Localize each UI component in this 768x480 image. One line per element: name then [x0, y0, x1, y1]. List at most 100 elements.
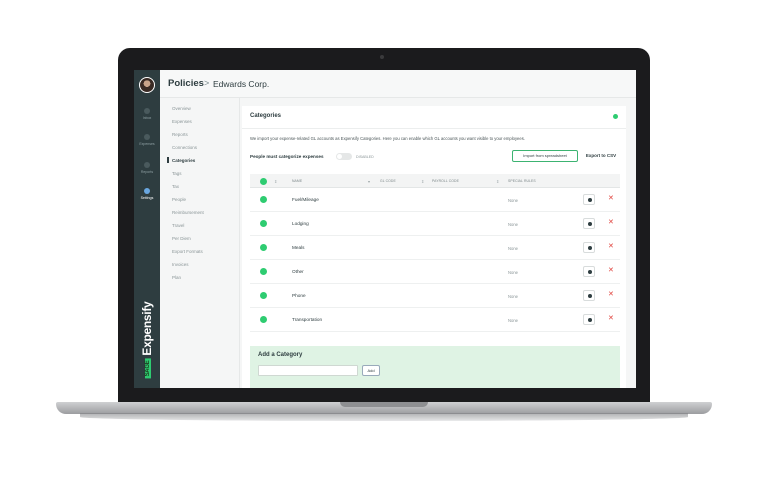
require-category-toggle[interactable] [336, 153, 352, 160]
laptop-hinge-notch [340, 402, 428, 407]
enabled-checkbox[interactable] [260, 268, 267, 275]
page-title: Policies [168, 78, 204, 89]
settings-icon[interactable] [583, 266, 595, 277]
sidebar-item-reports[interactable]: Reports [172, 132, 188, 137]
laptop-shadow [80, 413, 688, 421]
table-row: Other None ✕ [250, 260, 620, 284]
sidebar-item-plan[interactable]: Plan [172, 275, 181, 280]
sidebar-item-expenses[interactable]: Expenses [172, 119, 192, 124]
require-category-label: People must categorize expenses [250, 154, 324, 159]
nav-item-label: Reports [140, 170, 154, 174]
toggle-state: DISABLED [356, 155, 374, 159]
close-icon[interactable]: ✕ [608, 266, 614, 276]
select-all-checkbox[interactable] [260, 177, 267, 185]
table-row: Transportation None ✕ [250, 308, 620, 332]
special-rules-value: None [508, 245, 519, 251]
add-category-panel: Add a Category Add [250, 346, 620, 388]
nav-item-reports[interactable]: Reports [134, 162, 160, 174]
app-nav: Inbox Expenses Reports Settings SAGE Expe… [134, 70, 160, 388]
brand-mark: SAGE [144, 358, 151, 379]
gear-icon [144, 188, 150, 194]
camera-icon [380, 55, 384, 59]
enabled-checkbox[interactable] [260, 316, 267, 323]
sidebar-item-tags[interactable]: Tags [172, 171, 182, 176]
add-button[interactable]: Add [362, 365, 380, 376]
main-content: Categories We import your expense-relate… [240, 98, 636, 388]
nav-item-settings[interactable]: Settings [134, 188, 160, 200]
special-rules-value: None [508, 269, 519, 275]
table-row: Phone None ✕ [250, 284, 620, 308]
special-rules-value: None [508, 197, 519, 203]
sidebar-item-reimbursement[interactable]: Reimbursement [172, 210, 204, 215]
enabled-checkbox[interactable] [260, 244, 267, 251]
sidebar-item-travel[interactable]: Travel [172, 223, 184, 228]
avatar[interactable] [139, 77, 155, 93]
nav-item-label: Inbox [142, 116, 152, 120]
inbox-icon [144, 108, 150, 114]
sort-icon[interactable]: ⇕ [274, 179, 277, 184]
brand-logo: SAGE Expensify [137, 300, 157, 380]
sidebar-item-categories[interactable]: Categories [172, 158, 195, 163]
nav-item-label: Expenses [139, 142, 155, 146]
close-icon[interactable]: ✕ [608, 314, 614, 324]
close-icon[interactable]: ✕ [608, 290, 614, 300]
settings-icon[interactable] [583, 194, 595, 205]
sidebar-item-per-diem[interactable]: Per Diem [172, 236, 191, 241]
special-rules-value: None [508, 221, 519, 227]
app-screen: Inbox Expenses Reports Settings SAGE Expe… [134, 70, 636, 388]
category-name: Lodging [292, 221, 309, 226]
nav-item-label: Settings [140, 196, 154, 200]
special-rules-value: None [508, 293, 519, 299]
column-header-name[interactable]: NAME [292, 179, 302, 183]
close-icon[interactable]: ✕ [608, 242, 614, 252]
categories-card: Categories We import your expense-relate… [242, 106, 626, 388]
brand-name: Expensify [140, 301, 154, 356]
breadcrumb-separator: > [204, 78, 210, 88]
enabled-checkbox[interactable] [260, 292, 267, 299]
table-row: Fuel/Mileage None ✕ [250, 188, 620, 212]
add-category-title: Add a Category [258, 352, 303, 358]
close-icon[interactable]: ✕ [608, 218, 614, 228]
sidebar-item-tax[interactable]: Tax [172, 184, 179, 189]
sort-icon[interactable]: ⇕ [496, 179, 499, 184]
settings-icon[interactable] [583, 218, 595, 229]
nav-item-inbox[interactable]: Inbox [134, 108, 160, 120]
divider [242, 128, 626, 129]
sidebar-item-overview[interactable]: Overview [172, 106, 191, 111]
settings-icon[interactable] [583, 290, 595, 301]
report-icon [144, 162, 150, 168]
sort-icon[interactable]: ▾ [368, 179, 370, 184]
table-header: ⇕ NAME ▾ GL CODE ⇕ PAYROLL CODE ⇕ SPECIA… [250, 174, 620, 188]
table-row: Lodging None ✕ [250, 212, 620, 236]
import-spreadsheet-button[interactable]: Import from spreadsheet [512, 150, 578, 162]
sidebar-item-connections[interactable]: Connections [172, 145, 197, 150]
breadcrumb-company[interactable]: Edwards Corp. [213, 79, 269, 89]
column-header-payroll-code[interactable]: PAYROLL CODE [432, 179, 459, 183]
help-icon[interactable] [613, 114, 618, 119]
category-name: Phone [292, 293, 306, 298]
sidebar-item-export-formats[interactable]: Export Formats [172, 249, 203, 254]
page-header: Policies > Edwards Corp. [160, 70, 636, 98]
categories-table: ⇕ NAME ▾ GL CODE ⇕ PAYROLL CODE ⇕ SPECIA… [250, 174, 620, 332]
sort-icon[interactable]: ⇕ [421, 179, 424, 184]
category-name: Meals [292, 245, 305, 250]
intro-text: We import your expense-related GL accoun… [250, 136, 525, 141]
export-csv-button[interactable]: Export to CSV [582, 150, 620, 162]
column-header-gl-code[interactable]: GL CODE [380, 179, 396, 183]
receipt-icon [144, 134, 150, 140]
sidebar-item-invoices[interactable]: Invoices [172, 262, 189, 267]
enabled-checkbox[interactable] [260, 196, 267, 203]
category-name: Transportation [292, 317, 323, 322]
settings-sidebar: Overview Expenses Reports Connections Ca… [160, 98, 240, 388]
sidebar-item-people[interactable]: People [172, 197, 186, 202]
close-icon[interactable]: ✕ [608, 194, 614, 204]
section-title: Categories [250, 113, 282, 119]
settings-icon[interactable] [583, 242, 595, 253]
active-indicator [167, 157, 169, 163]
nav-item-expenses[interactable]: Expenses [134, 134, 160, 146]
column-header-special-rules[interactable]: SPECIAL RULES [508, 179, 536, 183]
settings-icon[interactable] [583, 314, 595, 325]
category-name: Other [292, 269, 304, 274]
category-name-input[interactable] [258, 365, 358, 376]
enabled-checkbox[interactable] [260, 220, 267, 227]
